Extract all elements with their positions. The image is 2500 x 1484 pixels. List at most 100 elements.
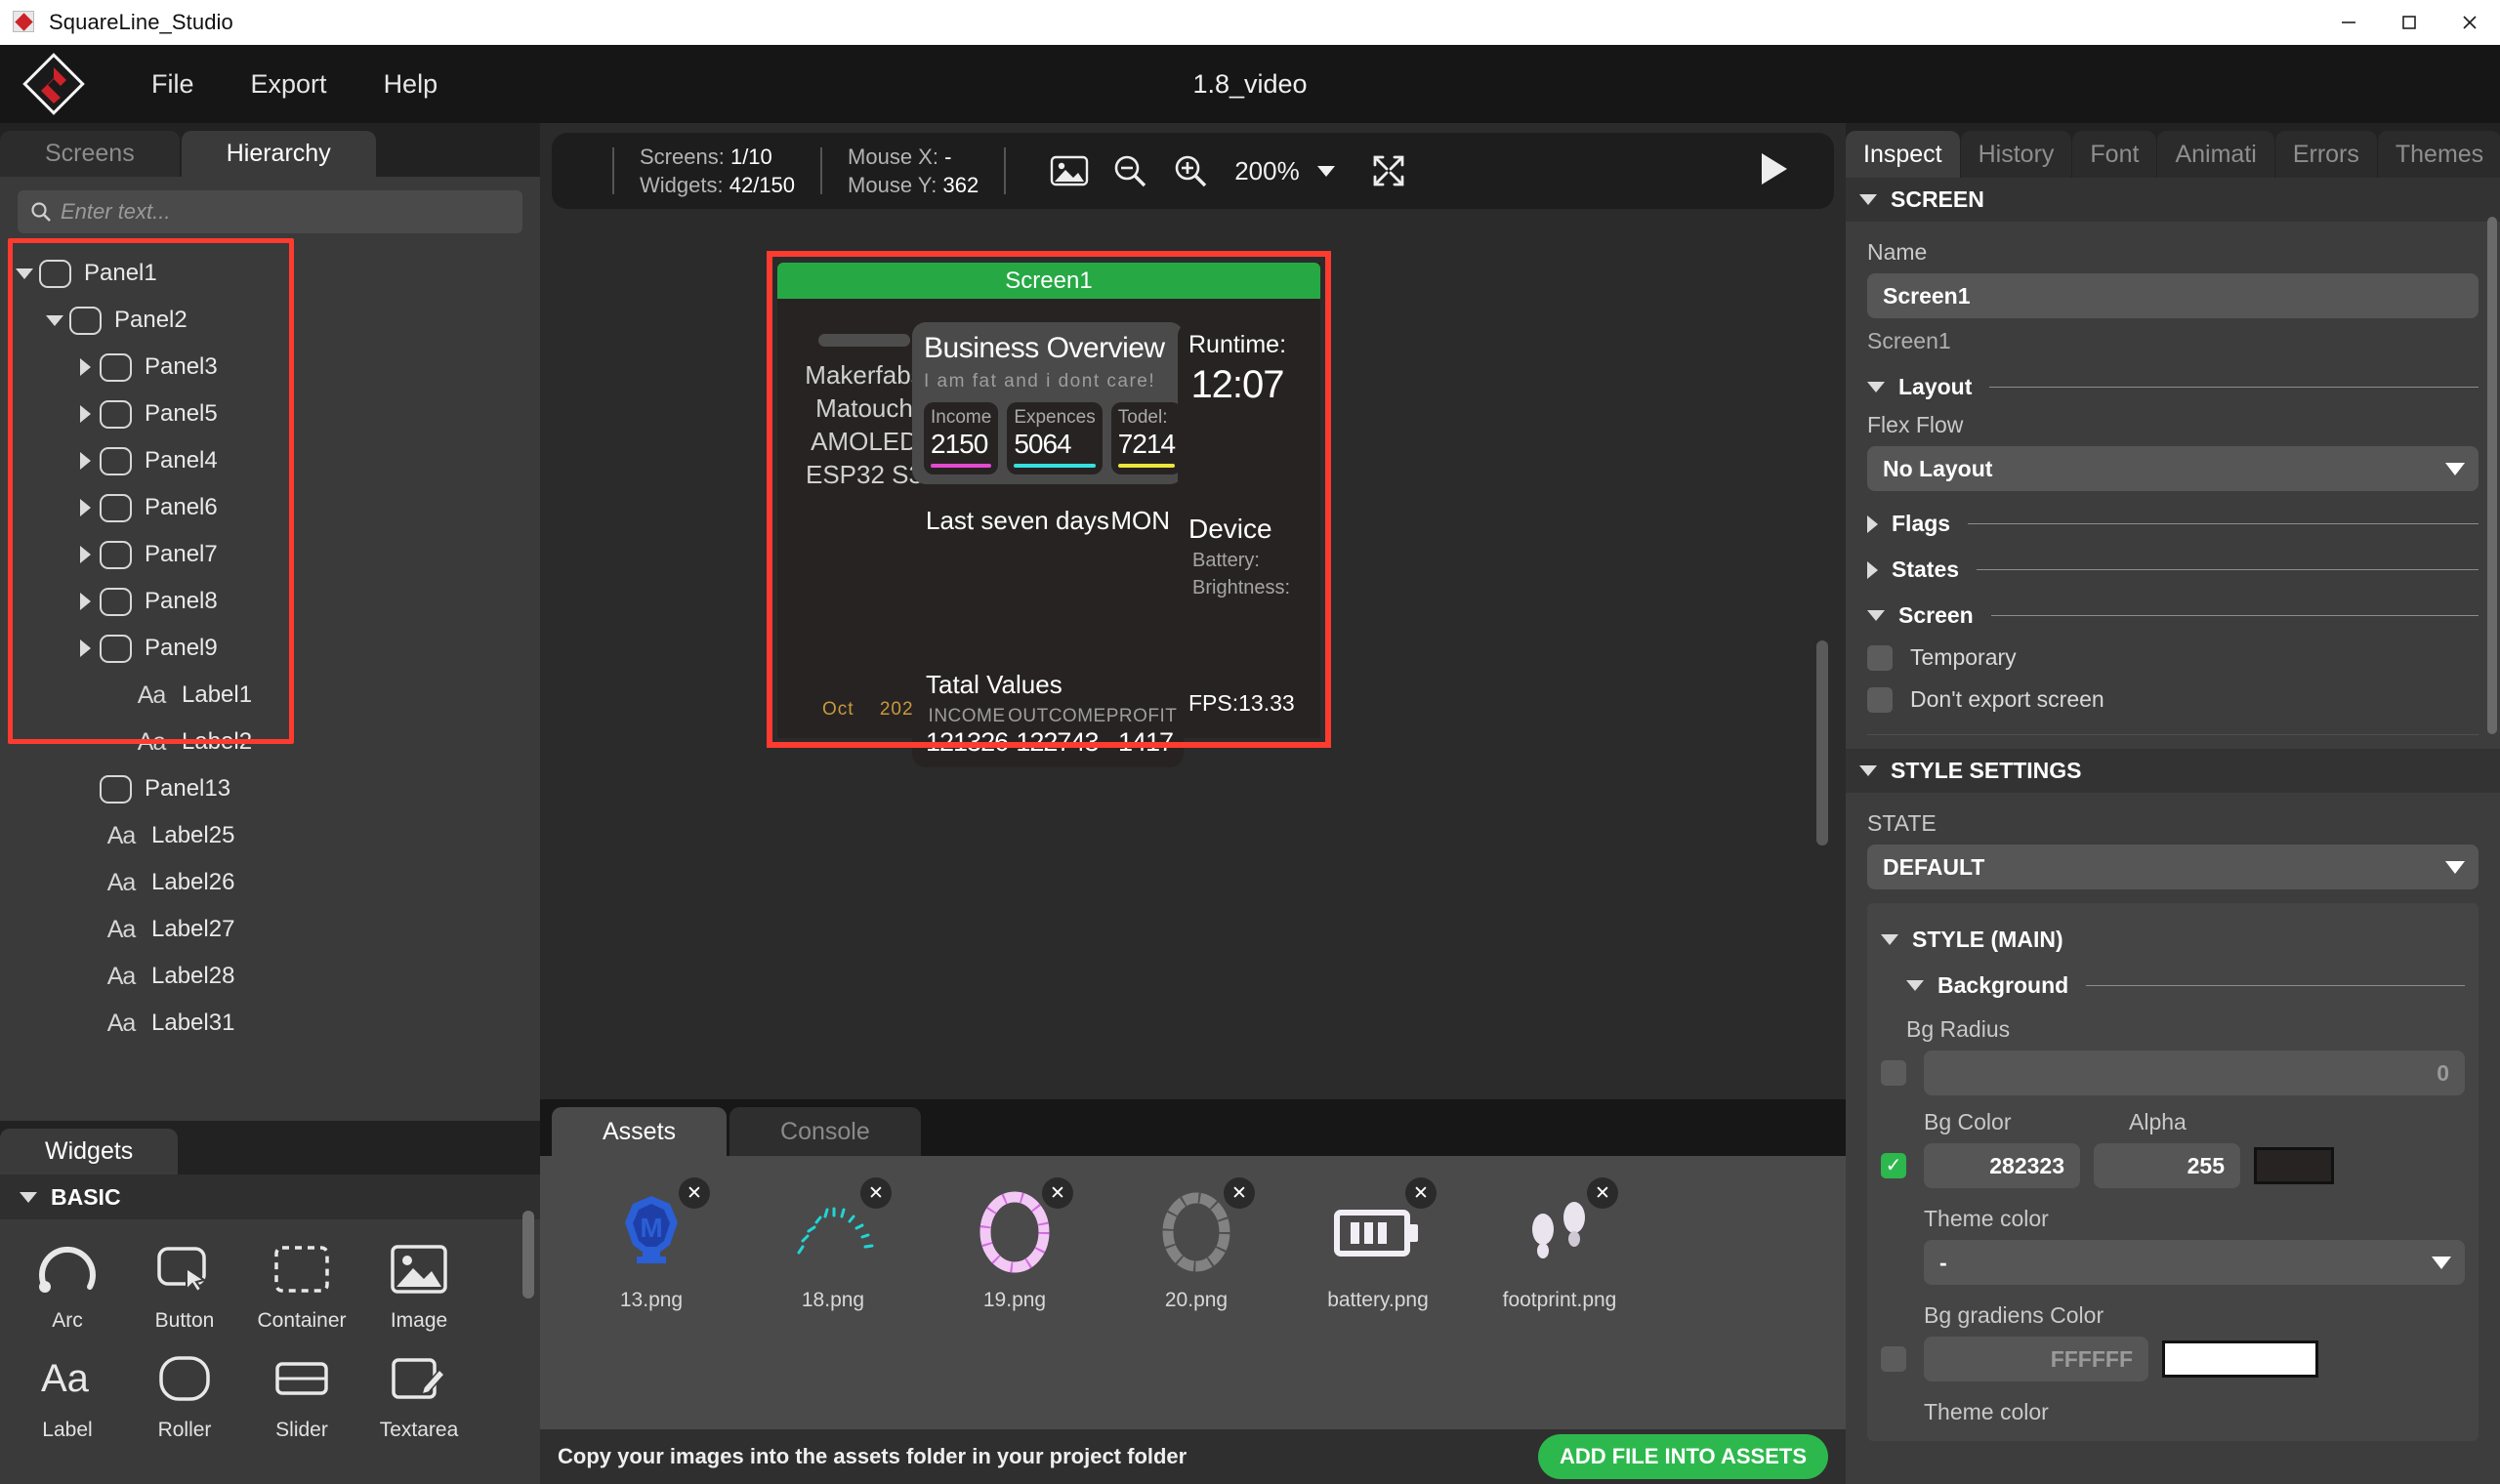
tree-item-panel13[interactable]: Panel13 [0,765,540,812]
chevron-right-icon[interactable] [70,452,100,470]
asset-item[interactable]: ✕ battery.png [1294,1177,1462,1429]
maximize-button[interactable] [2379,0,2439,45]
name-field[interactable]: Screen1 [1867,273,2479,318]
flags-subsection-header[interactable]: Flags [1867,511,2479,537]
inspector-tab-themes[interactable]: Themes [2377,131,2500,178]
tree-item-panel9[interactable]: Panel9 [0,625,540,672]
inspector-tab-animati[interactable]: Animati [2157,131,2274,178]
chevron-right-icon[interactable] [70,405,100,423]
zoom-in-icon[interactable] [1168,148,1213,193]
screen-subsection-header[interactable]: Screen [1867,602,2479,629]
tree-item-panel2[interactable]: Panel2 [0,297,540,344]
inspector-tab-inspect[interactable]: Inspect [1846,131,1960,178]
device-preview[interactable]: Screen1 Makerfabs Matouch AMOLED ESP32 S… [777,263,1320,767]
tab-console[interactable]: Console [729,1107,921,1156]
asset-item[interactable]: ✕ 18.png [749,1177,917,1429]
chevron-right-icon[interactable] [70,593,100,610]
chevron-right-icon[interactable] [70,358,100,376]
inspector-tab-history[interactable]: History [1960,131,2072,178]
tree-item-label31[interactable]: Aa Label31 [0,1000,540,1047]
zoom-out-icon[interactable] [1107,148,1152,193]
image-icon[interactable] [1047,148,1092,193]
tree-item-label1[interactable]: Aa Label1 [0,672,540,719]
inspector-scrollbar[interactable] [2487,217,2497,734]
menu-help[interactable]: Help [384,69,438,100]
state-select[interactable]: DEFAULT [1867,845,2479,889]
asset-item[interactable]: ✕ 20.png [1112,1177,1280,1429]
canvas-area[interactable]: Screen1 Makerfabs Matouch AMOLED ESP32 S… [552,221,1834,1068]
menu-file[interactable]: File [151,69,194,100]
asset-delete-icon[interactable]: ✕ [1587,1177,1618,1209]
asset-item[interactable]: ✕ 19.png [931,1177,1099,1429]
asset-delete-icon[interactable]: ✕ [860,1177,892,1209]
chevron-right-icon[interactable] [70,639,100,657]
widget-arc[interactable]: Arc [14,1233,121,1333]
bg-radius-field[interactable]: 0 [1924,1051,2465,1095]
tree-item-label27[interactable]: Aa Label27 [0,906,540,953]
asset-item[interactable]: ✕ M 13.png [567,1177,735,1429]
play-button[interactable] [1748,145,1795,197]
tree-item-panel1[interactable]: Panel1 [0,250,540,297]
widget-textarea[interactable]: Textarea [365,1342,473,1442]
tree-item-panel5[interactable]: Panel5 [0,391,540,437]
widget-container[interactable]: Container [248,1233,355,1333]
asset-delete-icon[interactable]: ✕ [1042,1177,1073,1209]
widget-slider[interactable]: Slider [248,1342,355,1442]
bg-gradient-checkbox[interactable] [1881,1346,1906,1372]
widgets-scrollbar[interactable] [522,1211,534,1298]
tree-item-panel6[interactable]: Panel6 [0,484,540,531]
chevron-right-icon[interactable] [70,546,100,563]
bg-color-field[interactable]: 282323 [1924,1143,2080,1188]
dont-export-checkbox[interactable] [1867,686,1893,713]
close-button[interactable] [2439,0,2500,45]
tree-item-label25[interactable]: Aa Label25 [0,812,540,859]
inspector-screen-section-header[interactable]: SCREEN [1846,178,2500,222]
chevron-right-icon[interactable] [70,499,100,516]
style-settings-header[interactable]: STYLE SETTINGS [1846,749,2500,793]
asset-delete-icon[interactable]: ✕ [1224,1177,1255,1209]
tree-item-label28[interactable]: Aa Label28 [0,953,540,1000]
widget-roller[interactable]: Roller [131,1342,238,1442]
chevron-down-icon[interactable] [40,314,69,326]
bg-radius-checkbox[interactable] [1881,1060,1906,1086]
tree-item-panel3[interactable]: Panel3 [0,344,540,391]
asset-delete-icon[interactable]: ✕ [679,1177,710,1209]
layout-subsection-header[interactable]: Layout [1867,374,2479,400]
widget-button[interactable]: Button [131,1233,238,1333]
minimize-button[interactable] [2318,0,2379,45]
search-input[interactable] [61,199,511,225]
add-file-into-assets-button[interactable]: ADD FILE INTO ASSETS [1537,1434,1828,1479]
bg-gradient-field[interactable]: FFFFFF [1924,1337,2148,1381]
chevron-down-icon[interactable] [1316,165,1335,177]
tree-item-panel4[interactable]: Panel4 [0,437,540,484]
style-main-header[interactable]: STYLE (MAIN) [1881,927,2465,953]
states-subsection-header[interactable]: States [1867,556,2479,583]
asset-delete-icon[interactable]: ✕ [1405,1177,1437,1209]
theme-color-select[interactable]: - [1924,1240,2465,1285]
inspector-tab-errors[interactable]: Errors [2274,131,2377,178]
temporary-checkbox[interactable] [1867,644,1893,671]
inspector-tab-font[interactable]: Font [2072,131,2157,178]
widgets-section-basic[interactable]: BASIC [0,1175,540,1219]
chevron-down-icon[interactable] [10,268,39,279]
tab-widgets[interactable]: Widgets [0,1129,179,1175]
bg-gradient-swatch[interactable] [2162,1340,2318,1378]
bg-color-checkbox[interactable] [1881,1153,1906,1178]
canvas-vertical-scrollbar[interactable] [1816,640,1828,845]
tree-item-panel7[interactable]: Panel7 [0,531,540,578]
widget-image[interactable]: Image [365,1233,473,1333]
asset-item[interactable]: ✕ footprint.png [1476,1177,1644,1429]
menu-export[interactable]: Export [251,69,327,100]
tab-screens[interactable]: Screens [0,131,180,177]
tab-assets[interactable]: Assets [552,1107,728,1156]
flex-flow-select[interactable]: No Layout [1867,446,2479,491]
widget-label[interactable]: Aa Label [14,1342,121,1442]
tab-hierarchy[interactable]: Hierarchy [181,131,376,177]
bg-color-swatch[interactable] [2254,1147,2334,1184]
tree-item-label2[interactable]: Aa Label2 [0,719,540,765]
zoom-level-value[interactable]: 200% [1234,156,1300,186]
alpha-field[interactable]: 255 [2094,1143,2240,1188]
background-subsection-header[interactable]: Background [1906,972,2465,999]
fit-screen-icon[interactable] [1366,148,1411,193]
tree-item-panel8[interactable]: Panel8 [0,578,540,625]
